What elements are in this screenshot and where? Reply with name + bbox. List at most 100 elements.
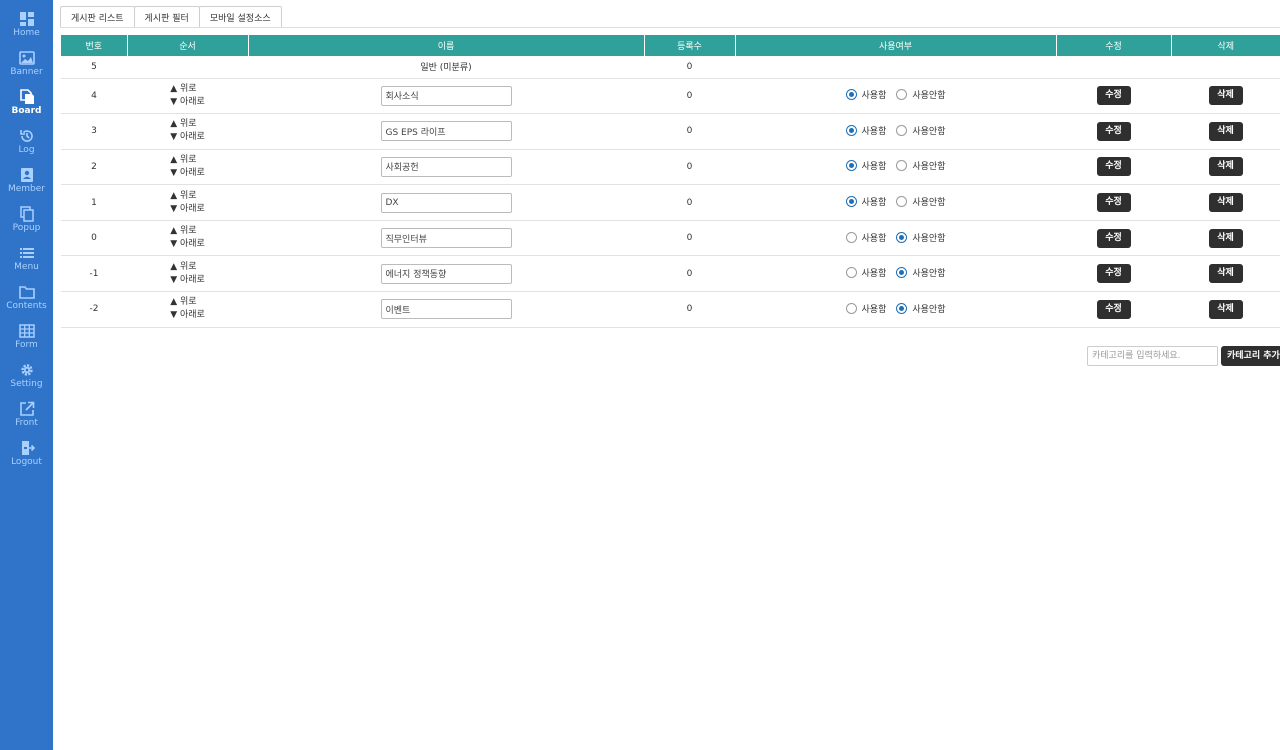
move-down-link[interactable]: ▼ 아래로: [170, 167, 205, 180]
sidebar-item-popup[interactable]: Popup: [0, 201, 53, 240]
sidebar-item-label: Popup: [12, 223, 41, 233]
category-name-input[interactable]: [380, 192, 512, 213]
sidebar-item-label: Log: [18, 145, 35, 155]
sidebar-item-form[interactable]: Form: [0, 318, 53, 357]
row-count: 0: [644, 291, 735, 328]
use-radio[interactable]: 사용함: [845, 88, 886, 101]
radio-circle: [845, 89, 857, 101]
sidebar-item-member[interactable]: Member: [0, 162, 53, 201]
row-number: 2: [61, 149, 127, 186]
row-name: 일반 (미분류): [248, 56, 644, 79]
edit-button[interactable]: 수정: [1096, 228, 1131, 248]
move-up-link[interactable]: ▲ 위로: [170, 225, 205, 238]
unuse-radio[interactable]: 사용안함: [896, 124, 945, 137]
move-up-link[interactable]: ▲ 위로: [170, 190, 205, 203]
edit-button[interactable]: 수정: [1096, 193, 1131, 213]
delete-button[interactable]: 삭제: [1208, 121, 1243, 141]
category-input[interactable]: [1087, 346, 1218, 366]
sidebar-item-label: Banner: [10, 67, 43, 77]
use-radio[interactable]: 사용함: [845, 266, 887, 280]
add-category-button[interactable]: 카테고리 추가: [1221, 346, 1280, 366]
edit-button[interactable]: 수정: [1096, 299, 1131, 319]
table-row: 2 ▲ 위로▼ 아래로 0 사용함 사용안함 수정 삭제: [61, 149, 1280, 186]
delete-button[interactable]: 삭제: [1208, 193, 1243, 213]
category-name-input[interactable]: [380, 228, 512, 249]
delete-button[interactable]: 삭제: [1208, 228, 1243, 248]
radio-circle: [845, 160, 857, 172]
sidebar-item-contents[interactable]: Contents: [0, 279, 53, 318]
delete-button[interactable]: 삭제: [1208, 264, 1243, 284]
sidebar-item-label: Contents: [6, 301, 47, 311]
move-down-link[interactable]: ▼ 아래로: [170, 309, 205, 322]
category-name-input[interactable]: [380, 85, 512, 106]
category-name-input[interactable]: [380, 121, 512, 142]
order-controls: ▲ 위로 ▼ 아래로: [170, 83, 205, 109]
radio-circle: [845, 267, 857, 279]
radio-circle: [845, 196, 857, 208]
sidebar-item-label: Board: [11, 106, 42, 116]
use-radio[interactable]: 사용함: [845, 231, 887, 244]
contact-icon: [19, 167, 35, 183]
category-name-input[interactable]: [380, 299, 512, 320]
external-link-icon: [19, 401, 35, 417]
move-down-link[interactable]: ▼ 아래로: [170, 96, 205, 109]
use-radio[interactable]: 사용함: [845, 195, 886, 208]
unuse-radio[interactable]: 사용안함: [896, 88, 945, 101]
move-up-link[interactable]: ▲ 위로: [170, 261, 205, 274]
logout-icon: [19, 440, 35, 456]
tabs-divider: [60, 27, 1280, 28]
radio-circle: [896, 89, 908, 101]
unuse-radio[interactable]: 사용안함: [896, 302, 945, 315]
tab-board-filter[interactable]: 게시판 필터: [133, 6, 200, 28]
use-radio-group: 사용함 사용안함: [841, 302, 951, 315]
use-radio[interactable]: 사용함: [845, 302, 886, 315]
sidebar-item-label: Member: [7, 184, 46, 194]
edit-button[interactable]: 수정: [1096, 157, 1131, 177]
use-radio-label: 사용함: [861, 233, 887, 244]
delete-button[interactable]: 삭제: [1208, 86, 1243, 106]
row-number: -2: [61, 291, 127, 328]
unuse-radio[interactable]: 사용안함: [896, 266, 945, 279]
delete-button[interactable]: 삭제: [1208, 299, 1243, 319]
use-radio-label: 사용함: [861, 162, 887, 173]
sidebar-item-setting[interactable]: Setting: [0, 357, 53, 396]
use-radio-label: 사용함: [861, 269, 887, 280]
row-count: 0: [644, 184, 735, 221]
sidebar-item-menu[interactable]: Menu: [0, 240, 53, 279]
edit-button[interactable]: 수정: [1096, 121, 1131, 141]
move-down-link[interactable]: ▼ 아래로: [170, 203, 205, 216]
use-radio[interactable]: 사용함: [845, 124, 886, 137]
category-name-input[interactable]: [380, 263, 512, 284]
unuse-radio[interactable]: 사용안함: [896, 159, 945, 172]
sidebar-item-home[interactable]: Home: [0, 6, 53, 45]
move-down-link[interactable]: ▼ 아래로: [170, 274, 205, 287]
tab-board-list[interactable]: 게시판 리스트: [60, 6, 135, 28]
move-up-link[interactable]: ▲ 위로: [170, 118, 205, 131]
move-down-link[interactable]: ▼ 아래로: [170, 238, 205, 251]
header-delete: 삭제: [1171, 35, 1280, 56]
image-icon: [18, 50, 35, 66]
header-name: 이름: [248, 35, 645, 56]
move-down-link[interactable]: ▼ 아래로: [170, 131, 205, 144]
edit-button[interactable]: 수정: [1096, 86, 1131, 106]
tab-mobile-source[interactable]: 모바일 설정소스: [198, 6, 282, 28]
unuse-radio[interactable]: 사용안함: [896, 195, 945, 208]
row-count: 0: [644, 149, 735, 186]
move-up-link[interactable]: ▲ 위로: [170, 83, 205, 96]
radio-circle: [896, 196, 908, 208]
sidebar: Home Banner Board Log Member Popup Menu …: [0, 0, 53, 750]
use-radio[interactable]: 사용함: [845, 159, 887, 173]
sidebar-item-banner[interactable]: Banner: [0, 45, 53, 84]
unuse-radio[interactable]: 사용안함: [896, 231, 945, 244]
radio-circle: [845, 231, 857, 243]
delete-button[interactable]: 삭제: [1208, 157, 1243, 177]
edit-button[interactable]: 수정: [1096, 264, 1131, 284]
sidebar-item-front[interactable]: Front: [0, 396, 53, 435]
move-up-link[interactable]: ▲ 위로: [170, 296, 205, 309]
move-up-link[interactable]: ▲ 위로: [170, 154, 205, 167]
sidebar-item-log[interactable]: Log: [0, 123, 53, 162]
category-name-input[interactable]: [380, 156, 512, 177]
copy-icon: [19, 206, 35, 222]
sidebar-item-board[interactable]: Board: [0, 84, 53, 123]
sidebar-item-logout[interactable]: Logout: [0, 435, 53, 474]
